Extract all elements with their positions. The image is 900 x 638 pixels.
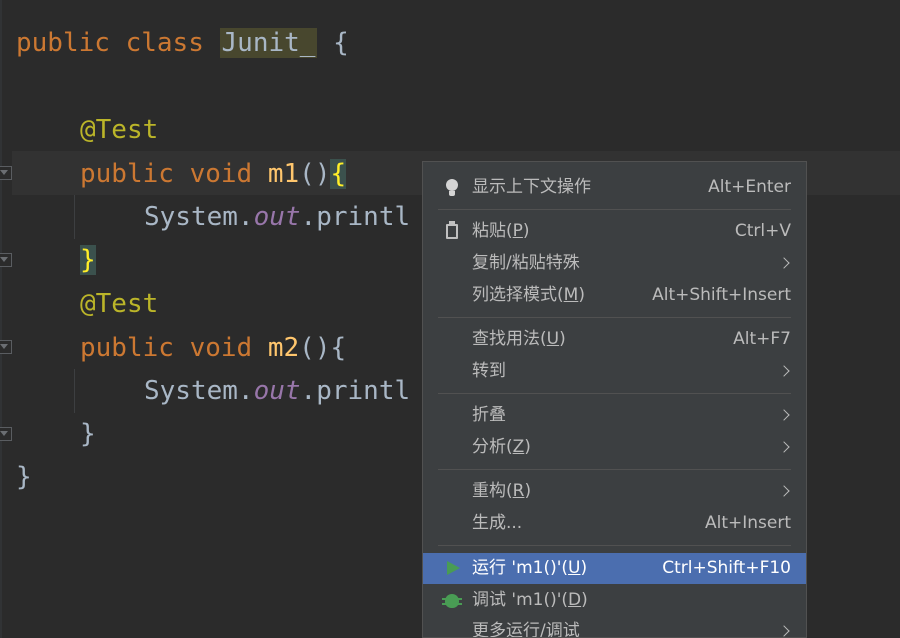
submenu-arrow-icon: [778, 485, 790, 497]
method-name-token: m2: [267, 333, 300, 363]
matched-brace: }: [80, 245, 96, 275]
method-name-token: m1: [267, 159, 300, 189]
code-token: void: [189, 333, 253, 363]
annotation-token: @Test: [80, 289, 159, 319]
code-token: .printl: [300, 202, 411, 232]
submenu-arrow-icon: [778, 365, 790, 377]
menu-item-more-run-debug[interactable]: 更多运行/调试: [423, 616, 806, 638]
indent-guide: [74, 195, 75, 239]
code-token: void: [189, 159, 253, 189]
menu-item-column-selection-mode[interactable]: 列选择模式(M) Alt+Shift+Insert: [423, 280, 806, 311]
code-line[interactable]: System.out.printl: [144, 369, 410, 413]
code-token: (): [299, 333, 331, 363]
menu-item-go-to[interactable]: 转到: [423, 356, 806, 387]
submenu-arrow-icon: [778, 625, 790, 637]
code-token: .printl: [300, 376, 411, 406]
menu-item-generate[interactable]: 生成... Alt+Insert: [423, 508, 806, 539]
menu-item-label: 分析(Z): [472, 437, 531, 457]
fold-toggle-icon[interactable]: [0, 166, 12, 180]
code-token: class: [125, 28, 204, 58]
menu-item-find-usages[interactable]: 查找用法(U) Alt+F7: [423, 324, 806, 355]
run-icon: [443, 553, 461, 584]
field-token: out: [253, 202, 301, 232]
code-line[interactable]: @Test: [80, 108, 158, 152]
menu-item-analyze[interactable]: 分析(Z): [423, 432, 806, 463]
menu-item-shortcut: Alt+Enter: [708, 177, 791, 197]
menu-item-label: 粘贴(P): [472, 221, 530, 241]
menu-item-shortcut: Ctrl+Shift+F10: [662, 558, 791, 578]
menu-item-copy-paste-special[interactable]: 复制/粘贴特殊: [423, 248, 806, 279]
code-line[interactable]: public void m2(){: [80, 326, 346, 370]
code-token: System.: [144, 202, 254, 232]
submenu-arrow-icon: [778, 257, 790, 269]
menu-item-label: 列选择模式(M): [472, 285, 585, 305]
fold-toggle-icon[interactable]: [0, 340, 12, 354]
code-line[interactable]: public void m1(){: [80, 152, 347, 196]
menu-item-label: 运行 'm1()'(U): [472, 558, 588, 578]
menu-item-label: 生成...: [472, 513, 523, 533]
menu-item-label: 更多运行/调试: [472, 621, 580, 638]
menu-separator: [438, 317, 791, 318]
editor-gutter: [0, 0, 2, 638]
menu-item-folding[interactable]: 折叠: [423, 400, 806, 431]
menu-item-shortcut: Alt+Shift+Insert: [652, 285, 791, 305]
code-token: }: [16, 462, 32, 492]
context-menu: 显示上下文操作 Alt+Enter 粘贴(P) Ctrl+V 复制/粘贴特殊 列…: [422, 161, 807, 638]
code-token: (): [299, 159, 331, 189]
menu-separator: [438, 545, 791, 546]
menu-item-refactor[interactable]: 重构(R): [423, 476, 806, 507]
class-name-token: Junit_: [219, 28, 318, 58]
code-line[interactable]: }: [16, 455, 32, 499]
code-line[interactable]: }: [80, 412, 96, 456]
menu-item-label: 显示上下文操作: [472, 177, 591, 197]
menu-item-shortcut: Alt+Insert: [704, 513, 791, 533]
code-token: public: [80, 333, 174, 363]
fold-toggle-icon[interactable]: [0, 427, 12, 441]
submenu-arrow-icon: [778, 409, 790, 421]
code-token: {: [317, 28, 349, 58]
menu-item-run-m1[interactable]: 运行 'm1()'(U) Ctrl+Shift+F10: [423, 553, 806, 584]
debug-icon: [442, 585, 462, 616]
code-token: }: [80, 419, 96, 449]
menu-item-shortcut: Alt+F7: [733, 329, 791, 349]
menu-separator: [438, 469, 791, 470]
menu-item-label: 复制/粘贴特殊: [472, 253, 580, 273]
menu-item-show-context-actions[interactable]: 显示上下文操作 Alt+Enter: [423, 172, 806, 203]
matched-brace: {: [330, 159, 347, 189]
lightbulb-icon: [443, 172, 461, 203]
fold-toggle-icon[interactable]: [0, 253, 12, 267]
menu-separator: [438, 393, 791, 394]
code-line[interactable]: @Test: [80, 282, 158, 326]
code-line[interactable]: }: [80, 238, 96, 282]
menu-item-label: 重构(R): [472, 481, 532, 501]
menu-item-label: 折叠: [472, 405, 506, 425]
code-line[interactable]: public class Junit_ {: [16, 21, 349, 65]
field-token: out: [253, 376, 301, 406]
annotation-token: @Test: [80, 115, 159, 145]
code-token: {: [330, 333, 347, 363]
menu-separator: [438, 209, 791, 210]
menu-item-label: 查找用法(U): [472, 329, 566, 349]
clipboard-icon: [443, 216, 461, 247]
menu-item-shortcut: Ctrl+V: [734, 221, 791, 241]
submenu-arrow-icon: [778, 441, 790, 453]
menu-item-paste[interactable]: 粘贴(P) Ctrl+V: [423, 216, 806, 247]
code-token: public: [80, 159, 174, 189]
code-token: public: [16, 28, 110, 58]
menu-item-label: 调试 'm1()'(D): [472, 590, 588, 610]
menu-item-debug-m1[interactable]: 调试 'm1()'(D): [423, 585, 806, 616]
menu-item-label: 转到: [472, 361, 506, 381]
code-line[interactable]: System.out.printl: [144, 195, 410, 239]
indent-guide: [74, 369, 75, 413]
code-token: System.: [144, 376, 254, 406]
